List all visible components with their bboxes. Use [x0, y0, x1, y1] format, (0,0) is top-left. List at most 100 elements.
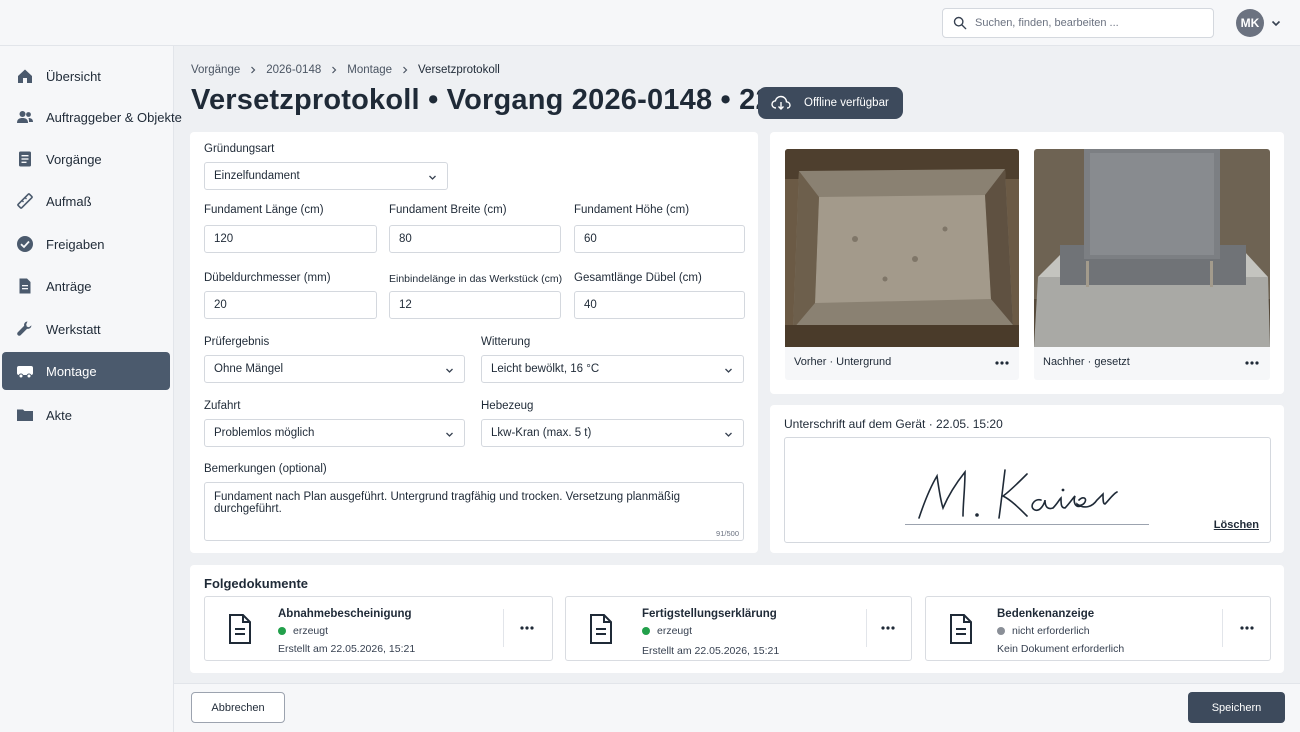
breadcrumb: Vorgänge 2026-0148 Montage Versetzprotok… — [191, 62, 500, 78]
gesamtlaenge-input[interactable]: 40 — [574, 291, 745, 319]
cloud-download-icon — [771, 95, 791, 110]
fundament-breite-input[interactable]: 80 — [389, 225, 561, 253]
document-icon — [590, 614, 612, 644]
chevron-down-icon — [446, 368, 453, 373]
hebezeug-label: Hebezeug — [481, 400, 534, 412]
excavation-photo — [785, 149, 1019, 347]
hebezeug-select[interactable]: Lkw-Kran (max. 5 t) — [481, 419, 744, 447]
search-input[interactable] — [975, 17, 1205, 29]
sidebar-item-label: Aufmaß — [46, 193, 92, 209]
gruendungsart-value: Einzelfundament — [214, 170, 300, 182]
truck-icon — [17, 366, 33, 379]
document-status-text: nicht erforderlich — [1012, 625, 1090, 637]
sidebar-item-akte[interactable]: Akte — [2, 396, 170, 434]
cancel-button[interactable]: Abbrechen — [191, 692, 285, 723]
people-icon — [17, 111, 33, 123]
more-options-icon[interactable] — [994, 360, 1010, 366]
user-avatar[interactable]: MK — [1236, 9, 1264, 37]
page-title: Versetzprotokoll • Vorgang 2026-0148 • 2… — [191, 84, 821, 116]
sidebar-item-auftraggeber[interactable]: Auftraggeber & Objekte — [2, 98, 182, 136]
save-button[interactable]: Speichern — [1188, 692, 1285, 723]
offline-button-label: Offline verfügbar — [804, 97, 889, 109]
sidebar-item-label: Vorgänge — [46, 151, 102, 167]
pruefergebnis-select[interactable]: Ohne Mängel — [204, 355, 465, 383]
witterung-select[interactable]: Leicht bewölkt, 16 °C — [481, 355, 744, 383]
more-options-icon[interactable] — [880, 625, 896, 631]
duebeldurchmesser-input[interactable]: 20 — [204, 291, 377, 319]
pruefergebnis-value: Ohne Mängel — [214, 363, 284, 375]
einbindelaenge-label: Einbindelänge in das Werkstück (cm) — [389, 273, 563, 285]
divider — [1222, 609, 1223, 647]
sidebar-item-uebersicht[interactable]: Übersicht — [2, 57, 170, 95]
folder-icon — [17, 409, 33, 421]
sidebar-item-label: Übersicht — [46, 68, 101, 84]
sidebar-item-label: Auftraggeber & Objekte — [46, 109, 182, 125]
zufahrt-select[interactable]: Problemlos möglich — [204, 419, 465, 447]
breadcrumb-current: Versetzprotokoll — [418, 64, 500, 76]
fundament-hoehe-input[interactable]: 60 — [574, 225, 745, 253]
fundament-laenge-input[interactable]: 120 — [204, 225, 377, 253]
signature-drawing — [918, 469, 1118, 519]
signature-pad[interactable]: Löschen — [784, 437, 1271, 543]
gruendungsart-label: Gründungsart — [204, 143, 275, 155]
document-list-icon — [19, 151, 31, 167]
zufahrt-label: Zufahrt — [204, 400, 241, 412]
signature-header: Unterschrift auf dem Gerät · 22.05. 15:2… — [784, 417, 1003, 431]
delete-signature-link[interactable]: Löschen — [1214, 519, 1259, 531]
photo-caption: Nachher · gesetzt — [1043, 356, 1130, 368]
document-icon — [229, 614, 251, 644]
status-dot — [278, 627, 286, 635]
document-card-fertigstellung[interactable]: Fertigstellungserklärung erzeugt Erstell… — [565, 596, 912, 661]
photo-nachher[interactable]: Nachher · gesetzt — [1034, 149, 1270, 380]
chevron-down-icon[interactable] — [1270, 17, 1282, 29]
photo-vorher[interactable]: Vorher · Untergrund — [785, 149, 1019, 380]
footer-bar — [174, 683, 1300, 732]
sidebar-item-montage[interactable]: Montage — [2, 352, 170, 390]
sidebar-item-aufmass[interactable]: Aufmaß — [2, 182, 170, 220]
search-bar[interactable] — [942, 8, 1214, 38]
gesamtlaenge-label: Gesamtlänge Dübel (cm) — [574, 272, 702, 284]
bemerkungen-value: Fundament nach Plan ausgeführt. Untergru… — [214, 491, 681, 515]
bemerkungen-textarea[interactable]: Fundament nach Plan ausgeführt. Untergru… — [204, 482, 744, 541]
breadcrumb-link-vorgaenge[interactable]: Vorgänge — [191, 64, 240, 76]
chevron-down-icon — [725, 368, 732, 373]
chevron-down-icon — [725, 432, 732, 437]
sidebar-item-label: Freigaben — [46, 236, 105, 252]
document-status: erzeugt — [642, 625, 692, 637]
zufahrt-value: Problemlos möglich — [214, 427, 315, 439]
einbindelaenge-input[interactable]: 12 — [389, 291, 561, 319]
divider — [866, 609, 867, 647]
witterung-value: Leicht bewölkt, 16 °C — [491, 363, 600, 375]
sidebar-item-werkstatt[interactable]: Werkstatt — [2, 310, 170, 348]
document-icon — [950, 614, 972, 644]
more-options-icon[interactable] — [1244, 360, 1260, 366]
document-status: nicht erforderlich — [997, 625, 1090, 637]
offline-button[interactable]: Offline verfügbar — [758, 87, 903, 119]
gruendungsart-select[interactable]: Einzelfundament — [204, 162, 448, 190]
search-icon — [953, 16, 967, 30]
breadcrumb-link-montage[interactable]: Montage — [347, 64, 392, 76]
sidebar-item-antraege[interactable]: Anträge — [2, 267, 170, 305]
bemerkungen-label: Bemerkungen (optional) — [204, 463, 327, 475]
chevron-right-icon — [251, 66, 256, 74]
document-icon — [19, 278, 31, 294]
character-counter: 91/500 — [716, 529, 739, 538]
folgedokumente-title: Folgedokumente — [204, 576, 309, 591]
sidebar-item-label: Anträge — [46, 278, 92, 294]
document-card-abnahme[interactable]: Abnahmebescheinigung erzeugt Erstellt am… — [204, 596, 553, 661]
document-meta: Erstellt am 22.05.2026, 15:21 — [278, 643, 416, 655]
more-options-icon[interactable] — [1239, 625, 1255, 631]
breadcrumb-link-vorgang[interactable]: 2026-0148 — [266, 64, 321, 76]
document-meta: Erstellt am 22.05.2026, 15:21 — [642, 645, 780, 657]
pruefergebnis-label: Prüfergebnis — [204, 336, 270, 348]
home-icon — [18, 69, 32, 83]
sidebar-item-freigaben[interactable]: Freigaben — [2, 225, 170, 263]
document-card-bedenkenanzeige[interactable]: Bedenkenanzeige nicht erforderlich Kein … — [925, 596, 1271, 661]
more-options-icon[interactable] — [519, 625, 535, 631]
document-title: Bedenkenanzeige — [997, 608, 1095, 620]
chevron-down-icon — [446, 432, 453, 437]
divider — [503, 609, 504, 647]
document-title: Fertigstellungserklärung — [642, 608, 777, 620]
hebezeug-value: Lkw-Kran (max. 5 t) — [491, 427, 592, 439]
sidebar-item-vorgaenge[interactable]: Vorgänge — [2, 140, 170, 178]
